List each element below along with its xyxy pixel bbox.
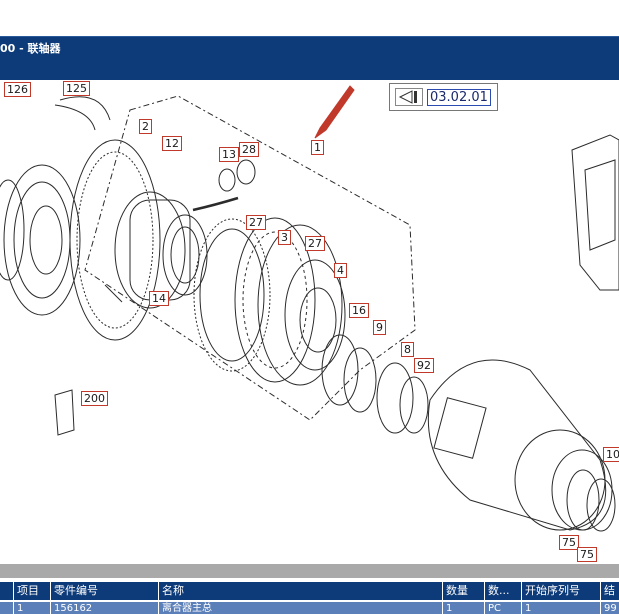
exploded-parts-drawing[interactable]: 03.02.01 126 125 2 12 13 28 1 27 3 27 4 … (0, 80, 619, 564)
page-header: 00 - 联轴器 (0, 36, 619, 81)
table-cell-item[interactable]: 1 (14, 602, 51, 614)
callout-10[interactable]: 10 (603, 447, 619, 462)
callout-200[interactable]: 200 (81, 391, 108, 406)
panel-splitter[interactable] (0, 564, 619, 578)
parts-table: 项目 零件编号 名称 数量 数... 开始序列号 结 1 156162 离合器主… (0, 578, 619, 614)
back-arrow-icon[interactable] (395, 88, 423, 106)
pressure-plate (257, 224, 343, 386)
callout-16[interactable]: 16 (349, 303, 369, 318)
callout-8[interactable]: 8 (401, 342, 414, 357)
flywheel-housing (3, 164, 81, 316)
reference-panel: 03.02.01 (389, 83, 498, 111)
callout-1[interactable]: 1 (311, 140, 324, 155)
column-header-unit[interactable]: 数... (485, 582, 522, 600)
table-cell-end-serial[interactable]: 99 (601, 602, 619, 614)
callout-27-b[interactable]: 27 (305, 236, 325, 251)
table-cell-start-serial[interactable]: 1 (522, 602, 601, 614)
callout-9[interactable]: 9 (373, 320, 386, 335)
column-header-quantity[interactable]: 数量 (443, 582, 485, 600)
table-cell-unit[interactable]: PC (485, 602, 522, 614)
column-header-item[interactable]: 项目 (14, 582, 51, 600)
table-row-selector[interactable] (0, 602, 14, 614)
table-cell-part-number[interactable]: 156162 (51, 602, 159, 614)
table-cell-name[interactable]: 离合器主总 (159, 602, 443, 614)
callout-125[interactable]: 125 (63, 81, 90, 96)
callout-28[interactable]: 28 (239, 142, 259, 157)
page-title: 00 - 联轴器 (0, 42, 61, 55)
column-header-part-number[interactable]: 零件编号 (51, 582, 159, 600)
callout-75-b[interactable]: 75 (577, 547, 597, 562)
table-cell-quantity[interactable]: 1 (443, 602, 485, 614)
column-header-name[interactable]: 名称 (159, 582, 443, 600)
callout-27[interactable]: 27 (246, 215, 266, 230)
column-header-end-serial[interactable]: 结 (601, 582, 619, 600)
column-header-select[interactable] (0, 582, 14, 600)
drawing-canvas (0, 85, 619, 532)
callout-126[interactable]: 126 (4, 82, 31, 97)
callout-14[interactable]: 14 (149, 291, 169, 306)
callout-12[interactable]: 12 (162, 136, 182, 151)
callout-75[interactable]: 75 (559, 535, 579, 550)
bellhousing (427, 359, 607, 531)
callout-4[interactable]: 4 (334, 263, 347, 278)
column-header-start-serial[interactable]: 开始序列号 (522, 582, 601, 600)
callout-13[interactable]: 13 (219, 147, 239, 162)
reference-number[interactable]: 03.02.01 (427, 89, 491, 106)
callout-2[interactable]: 2 (139, 119, 152, 134)
callout-92[interactable]: 92 (414, 358, 434, 373)
callout-3[interactable]: 3 (278, 230, 291, 245)
